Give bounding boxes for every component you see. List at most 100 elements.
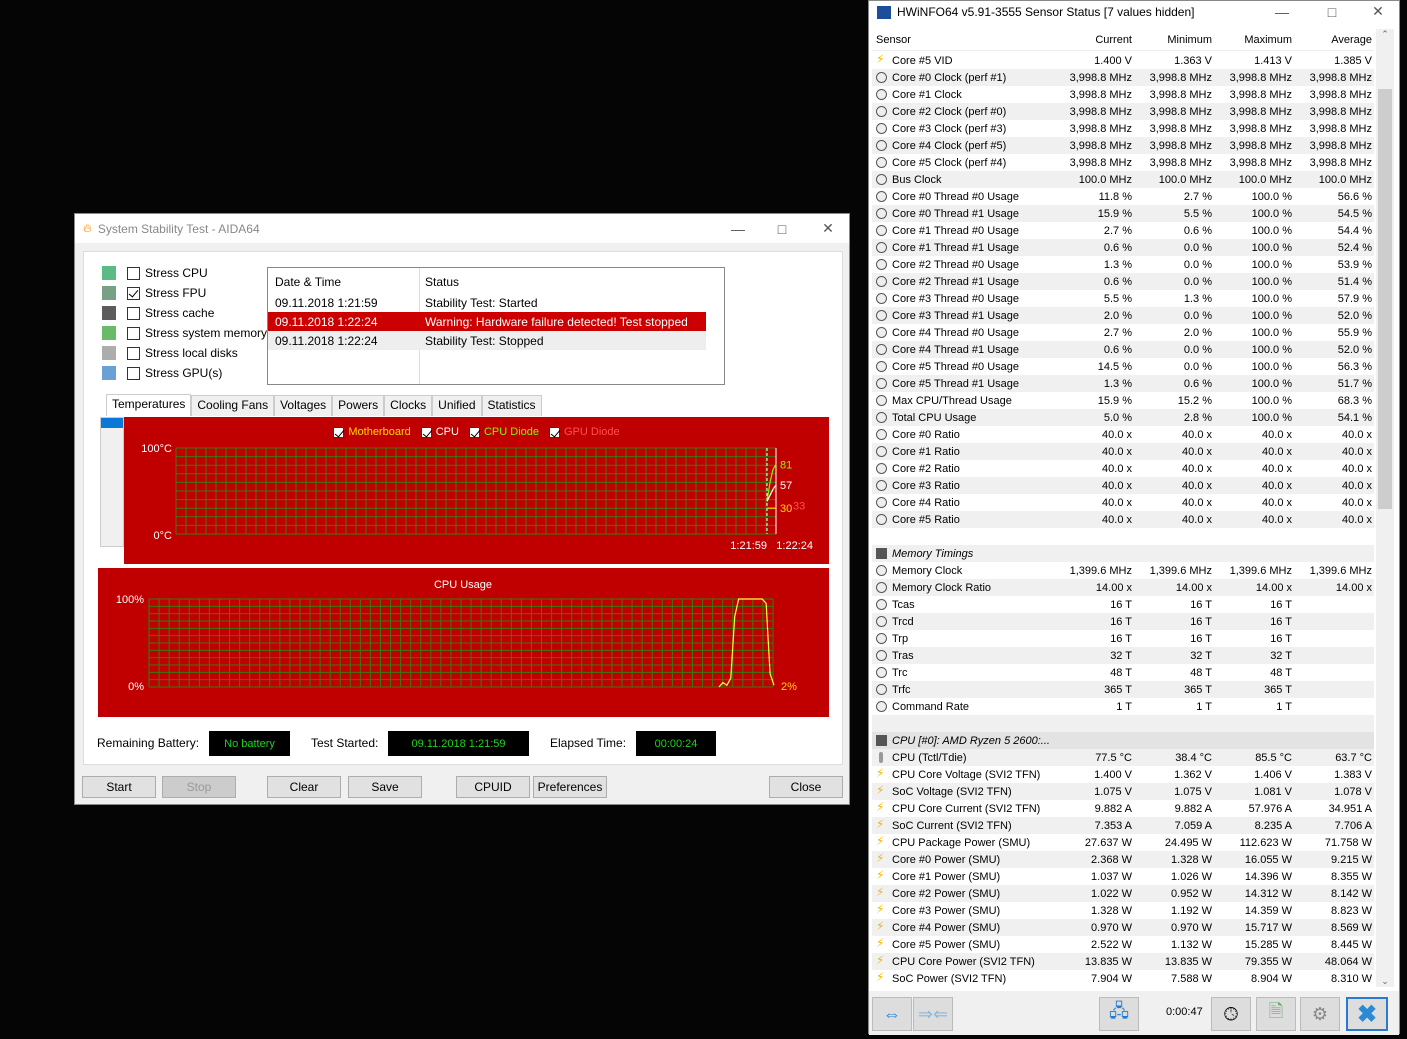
checkbox[interactable] <box>127 346 140 360</box>
col-maximum[interactable]: Maximum <box>1216 34 1292 46</box>
table-row[interactable]: Total CPU Usage 5.0 % 2.8 % 100.0 % 54.1 % <box>872 409 1374 426</box>
option-1[interactable]: Stress FPU <box>102 286 206 300</box>
tab-voltages[interactable]: Voltages <box>274 395 333 416</box>
chart-scrollbar[interactable] <box>100 417 124 547</box>
table-row[interactable]: Core #5 Thread #0 Usage 14.5 % 0.0 % 100.0 … <box>872 358 1374 375</box>
option-2[interactable]: Stress cache <box>102 306 214 320</box>
checkbox[interactable] <box>127 326 140 340</box>
expand-arrows-icon[interactable]: ⇔ <box>872 997 912 1031</box>
tab-powers[interactable]: Powers <box>332 395 385 416</box>
table-row[interactable]: ⚡︎ Core #5 VID 1.400 V 1.363 V 1.413 V 1.385 … <box>872 52 1374 69</box>
table-row[interactable]: Core #4 Ratio 40.0 x 40.0 x 40.0 x 40.0 x <box>872 494 1374 511</box>
table-row[interactable]: Memory Clock 1,399.6 MHz 1,399.6 MHz 1,399.… <box>872 562 1374 579</box>
table-row[interactable]: ⚡︎ CPU Core Voltage (SVI2 TFN) 1.400 V 1.36… <box>872 766 1374 783</box>
close-window-button[interactable]: ✕ <box>805 214 851 243</box>
col-sensor[interactable]: Sensor <box>876 34 911 46</box>
table-row[interactable]: Trcd 16 T 16 T 16 T <box>872 613 1374 630</box>
table-row[interactable]: Core #2 Thread #0 Usage 1.3 % 0.0 % 100.0 %… <box>872 256 1374 273</box>
maximize-button[interactable]: □ <box>1309 0 1355 26</box>
table-row[interactable]: Tras 32 T 32 T 32 T <box>872 647 1374 664</box>
clear-button[interactable]: Clear <box>267 776 341 798</box>
table-row[interactable]: Memory Clock Ratio 14.00 x 14.00 x 14.00 x 1… <box>872 579 1374 596</box>
cpuid-button[interactable]: CPUID <box>456 776 530 798</box>
table-row[interactable]: ⚡︎ SoC Current (SVI2 TFN) 7.353 A 7.059 A 8.… <box>872 817 1374 834</box>
tab-unified[interactable]: Unified <box>432 395 482 416</box>
table-row[interactable]: Core #0 Thread #1 Usage 15.9 % 5.5 % 100.0 … <box>872 205 1374 222</box>
table-row[interactable]: Core #0 Thread #0 Usage 11.8 % 2.7 % 100.0 … <box>872 188 1374 205</box>
table-row[interactable]: Core #2 Thread #1 Usage 0.6 % 0.0 % 100.0 %… <box>872 273 1374 290</box>
table-row[interactable]: Core #3 Thread #0 Usage 5.5 % 1.3 % 100.0 %… <box>872 290 1374 307</box>
table-row[interactable]: Tcas 16 T 16 T 16 T <box>872 596 1374 613</box>
table-row[interactable]: ⚡︎ CPU Core Power (SVI2 TFN) 13.835 W 13.83… <box>872 953 1374 970</box>
table-row[interactable]: Trfc 365 T 365 T 365 T <box>872 681 1374 698</box>
col-current[interactable]: Current <box>1056 34 1132 46</box>
vertical-scrollbar[interactable]: ⌃ ⌄ <box>1376 29 1394 987</box>
table-row[interactable]: Core #4 Thread #1 Usage 0.6 % 0.0 % 100.0 %… <box>872 341 1374 358</box>
tab-statistics[interactable]: Statistics <box>481 395 542 416</box>
table-row[interactable]: Core #4 Thread #0 Usage 2.7 % 2.0 % 100.0 %… <box>872 324 1374 341</box>
table-row[interactable]: Trc 48 T 48 T 48 T <box>872 664 1374 681</box>
option-3[interactable]: Stress system memory <box>102 326 267 340</box>
tab-clocks[interactable]: Clocks <box>384 395 433 416</box>
checkbox[interactable] <box>127 286 140 300</box>
maximize-button[interactable]: □ <box>759 214 805 243</box>
minimize-button[interactable]: — <box>1259 0 1305 26</box>
table-row[interactable]: ⚡︎ Core #1 Power (SMU) 1.037 W 1.026 W 14.39… <box>872 868 1374 885</box>
table-row[interactable]: ⚡︎ Core #3 Power (SMU) 1.328 W 1.192 W 14.35… <box>872 902 1374 919</box>
table-row[interactable]: Core #5 Ratio 40.0 x 40.0 x 40.0 x 40.0 x <box>872 511 1374 528</box>
table-row[interactable]: Trp 16 T 16 T 16 T <box>872 630 1374 647</box>
table-row[interactable]: Core #3 Thread #1 Usage 2.0 % 0.0 % 100.0 %… <box>872 307 1374 324</box>
stop-button[interactable]: Stop <box>162 776 236 798</box>
table-row[interactable]: Max CPU/Thread Usage 15.9 % 15.2 % 100.0 % 6… <box>872 392 1374 409</box>
table-row[interactable]: Core #2 Clock (perf #0) 3,998.8 MHz 3,998.… <box>872 103 1374 120</box>
table-row[interactable]: ⚡︎ Core #2 Power (SMU) 1.022 W 0.952 W 14.31… <box>872 885 1374 902</box>
scrollbar-thumb[interactable] <box>1378 89 1392 509</box>
table-row[interactable]: ⚡︎ CPU Package Power (SMU) 27.637 W 24.495 … <box>872 834 1374 851</box>
logging-icon[interactable]: 🗎︎ <box>1256 997 1296 1031</box>
table-row[interactable]: ⚡︎ SoC Voltage (SVI2 TFN) 1.075 V 1.075 V 1.… <box>872 783 1374 800</box>
start-button[interactable]: Start <box>82 776 156 798</box>
col-average[interactable]: Average <box>1296 34 1372 46</box>
table-row[interactable]: Core #3 Ratio 40.0 x 40.0 x 40.0 x 40.0 x <box>872 477 1374 494</box>
table-row[interactable]: Core #5 Thread #1 Usage 1.3 % 0.6 % 100.0 %… <box>872 375 1374 392</box>
table-row[interactable]: Command Rate 1 T 1 T 1 T <box>872 698 1374 715</box>
minimize-button[interactable]: — <box>715 214 761 243</box>
collapse-arrows-icon[interactable]: ⇒⇐ <box>913 997 953 1031</box>
close-window-button[interactable]: ✕ <box>1355 0 1401 26</box>
table-row[interactable]: Core #3 Clock (perf #3) 3,998.8 MHz 3,998.… <box>872 120 1374 137</box>
checkbox[interactable] <box>127 266 140 280</box>
save-button[interactable]: Save <box>348 776 422 798</box>
option-5[interactable]: Stress GPU(s) <box>102 366 222 380</box>
table-row[interactable]: Core #2 Ratio 40.0 x 40.0 x 40.0 x 40.0 x <box>872 460 1374 477</box>
table-row[interactable]: Core #5 Clock (perf #4) 3,998.8 MHz 3,998.… <box>872 154 1374 171</box>
table-row[interactable]: Core #1 Thread #0 Usage 2.7 % 0.6 % 100.0 %… <box>872 222 1374 239</box>
table-row[interactable]: Core #1 Clock 3,998.8 MHz 3,998.8 MHz 3,998… <box>872 86 1374 103</box>
table-row[interactable]: Core #1 Thread #1 Usage 0.6 % 0.0 % 100.0 %… <box>872 239 1374 256</box>
tab-temperatures[interactable]: Temperatures <box>106 394 192 416</box>
table-row[interactable]: Core #4 Clock (perf #5) 3,998.8 MHz 3,998.… <box>872 137 1374 154</box>
log-row[interactable]: 09.11.2018 1:21:59 Stability Test: Starte… <box>268 293 706 312</box>
option-0[interactable]: Stress CPU <box>102 266 208 280</box>
table-row[interactable] <box>872 715 1374 732</box>
table-row[interactable]: ⚡︎ Core #5 Power (SMU) 2.522 W 1.132 W 15.28… <box>872 936 1374 953</box>
clock-reset-icon[interactable]: 🕓︎ <box>1211 997 1251 1031</box>
table-row[interactable]: Core #0 Ratio 40.0 x 40.0 x 40.0 x 40.0 x <box>872 426 1374 443</box>
col-minimum[interactable]: Minimum <box>1136 34 1212 46</box>
log-row[interactable]: 09.11.2018 1:22:24 Stability Test: Stoppe… <box>268 331 706 350</box>
close-button[interactable]: Close <box>769 776 843 798</box>
table-row[interactable]: CPU (Tctl/Tdie) 77.5 °C 38.4 °C 85.5 °C 63.7… <box>872 749 1374 766</box>
log-row[interactable]: 09.11.2018 1:22:24 Warning: Hardware fail… <box>268 312 706 331</box>
section-header[interactable]: Memory Timings <box>872 545 1374 562</box>
table-row[interactable]: ⚡︎ SoC Power (SVI2 TFN) 7.904 W 7.588 W 8.90… <box>872 970 1374 987</box>
table-row[interactable]: Core #0 Clock (perf #1) 3,998.8 MHz 3,998.… <box>872 69 1374 86</box>
checkbox[interactable] <box>127 306 140 320</box>
table-row[interactable] <box>872 528 1374 545</box>
table-row[interactable]: ⚡︎ Core #4 Power (SMU) 0.970 W 0.970 W 15.71… <box>872 919 1374 936</box>
preferences-button[interactable]: Preferences <box>533 776 607 798</box>
network-icon[interactable]: 🖧︎ <box>1099 997 1139 1031</box>
settings-gear-icon[interactable]: ⚙ <box>1300 997 1340 1031</box>
section-header[interactable]: CPU [#0]: AMD Ryzen 5 2600:... <box>872 732 1374 749</box>
close-icon[interactable]: ✖ <box>1346 997 1388 1031</box>
tab-cooling-fans[interactable]: Cooling Fans <box>191 395 275 416</box>
checkbox[interactable] <box>127 366 140 380</box>
